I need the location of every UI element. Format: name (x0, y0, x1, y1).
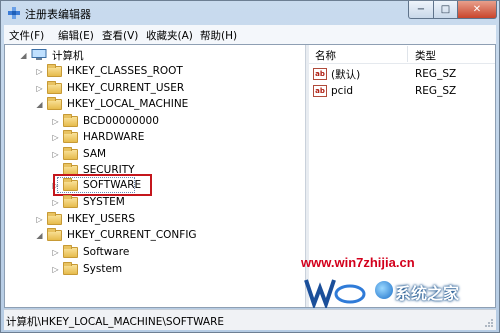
menu-bar: 文件(F) 编辑(E) 查看(V) 收藏夹(A) 帮助(H) (4, 25, 496, 45)
tree-node[interactable]: ▷ SYSTEM (51, 194, 125, 210)
expand-arrow-icon[interactable]: ▷ (35, 67, 44, 76)
registry-tree[interactable]: ◢ 计算机 ▷ HKEY_CLASSES_ROOT ▷ HKEY_CURRENT… (5, 45, 305, 307)
resize-grip-icon[interactable] (484, 318, 494, 328)
folder-icon (63, 261, 78, 275)
folder-icon (47, 80, 62, 94)
windows-logo-swirl (304, 279, 366, 308)
menu-edit[interactable]: 编辑(E) (58, 28, 94, 43)
tree-node-label: HARDWARE (83, 131, 145, 143)
watermark-brand: 系统之家 (395, 286, 460, 303)
tree-node[interactable]: ◢ HKEY_CURRENT_CONFIG (35, 227, 197, 243)
collapse-arrow-icon[interactable]: ◢ (35, 100, 44, 109)
status-bar: 计算机\HKEY_LOCAL_MACHINE\SOFTWARE (4, 309, 496, 330)
tree-node-computer[interactable]: ◢ 计算机 (19, 47, 84, 63)
tree-node-label: BCD00000000 (83, 115, 159, 127)
column-header-name[interactable]: 名称 (315, 48, 336, 63)
tree-node-label: SYSTEM (83, 196, 125, 208)
tree-node[interactable]: ▷ BCD00000000 (51, 113, 159, 129)
value-type: REG_SZ (415, 85, 457, 97)
status-path: 计算机\HKEY_LOCAL_MACHINE\SOFTWARE (6, 316, 224, 328)
string-value-icon: ab (313, 85, 327, 97)
highlight-annotation-box (53, 174, 152, 196)
expand-arrow-icon[interactable]: ▷ (35, 215, 44, 224)
folder-icon (47, 96, 62, 110)
title-bar[interactable]: 注册表编辑器 − □ ✕ (1, 1, 499, 25)
computer-icon (31, 49, 47, 60)
tree-node-label: HKEY_USERS (67, 213, 136, 225)
expand-arrow-icon[interactable]: ▷ (51, 133, 60, 142)
tree-node-label: Software (83, 246, 130, 258)
window-title: 注册表编辑器 (25, 8, 91, 21)
tree-node[interactable]: ▷ HKEY_CLASSES_ROOT (35, 63, 183, 79)
menu-favorites[interactable]: 收藏夹(A) (146, 28, 193, 43)
tree-node[interactable]: ▷ SAM (51, 146, 106, 162)
tree-node[interactable]: ◢ HKEY_LOCAL_MACHINE (35, 96, 188, 112)
watermark-url: www.win7zhijia.cn (301, 255, 415, 270)
tree-node[interactable]: ▷ HKEY_USERS (35, 211, 135, 227)
expand-arrow-icon[interactable]: ▷ (51, 248, 60, 257)
folder-icon (63, 194, 78, 208)
expand-arrow-icon[interactable]: ▷ (35, 84, 44, 93)
tree-node-label: HKEY_CLASSES_ROOT (67, 65, 183, 77)
minimize-button[interactable]: − (408, 1, 434, 19)
expand-arrow-icon[interactable]: ▷ (51, 265, 60, 274)
folder-icon (63, 146, 78, 160)
tree-node-label: SAM (83, 148, 107, 160)
main-content: ◢ 计算机 ▷ HKEY_CLASSES_ROOT ▷ HKEY_CURRENT… (4, 44, 496, 308)
tree-node-label: HKEY_LOCAL_MACHINE (67, 98, 189, 110)
expand-arrow-icon[interactable]: ▷ (51, 198, 60, 207)
list-item[interactable]: ab (默认) REG_SZ (313, 66, 493, 82)
folder-icon (63, 244, 78, 258)
tree-node[interactable]: ▷ System (51, 261, 122, 277)
tree-node-label: HKEY_CURRENT_CONFIG (67, 229, 197, 241)
folder-icon (47, 227, 62, 241)
folder-icon (63, 129, 78, 143)
value-name: (默认) (331, 68, 361, 81)
tree-node[interactable]: ▷ Software (51, 244, 129, 260)
column-header-type[interactable]: 类型 (415, 48, 436, 63)
expand-arrow-icon[interactable]: ▷ (51, 117, 60, 126)
tree-node-label: System (83, 263, 123, 275)
menu-file[interactable]: 文件(F) (9, 28, 44, 43)
value-name: pcid (331, 85, 354, 97)
string-value-icon: ab (313, 68, 327, 80)
tree-node[interactable]: ▷ HARDWARE (51, 129, 144, 145)
tree-node-label: HKEY_CURRENT_USER (67, 82, 185, 94)
menu-view[interactable]: 查看(V) (102, 28, 138, 43)
column-divider[interactable] (407, 46, 408, 62)
expand-arrow-icon[interactable]: ▷ (51, 150, 60, 159)
close-button[interactable]: ✕ (457, 1, 497, 19)
list-item[interactable]: ab pcid REG_SZ (313, 83, 493, 99)
value-type: REG_SZ (415, 68, 457, 80)
folder-icon (47, 63, 62, 77)
folder-icon (63, 113, 78, 127)
registry-editor-window: 注册表编辑器 − □ ✕ 文件(F) 编辑(E) 查看(V) 收藏夹(A) 帮助… (0, 0, 500, 333)
folder-icon (47, 211, 62, 225)
brand-logo-icon (373, 279, 395, 301)
menu-help[interactable]: 帮助(H) (200, 28, 237, 43)
collapse-arrow-icon[interactable]: ◢ (19, 51, 28, 60)
maximize-button[interactable]: □ (433, 1, 458, 19)
regedit-icon (8, 7, 20, 19)
tree-node[interactable]: ▷ HKEY_CURRENT_USER (35, 80, 184, 96)
tree-node-label: 计算机 (52, 49, 84, 62)
header-divider (309, 63, 495, 64)
collapse-arrow-icon[interactable]: ◢ (35, 231, 44, 240)
